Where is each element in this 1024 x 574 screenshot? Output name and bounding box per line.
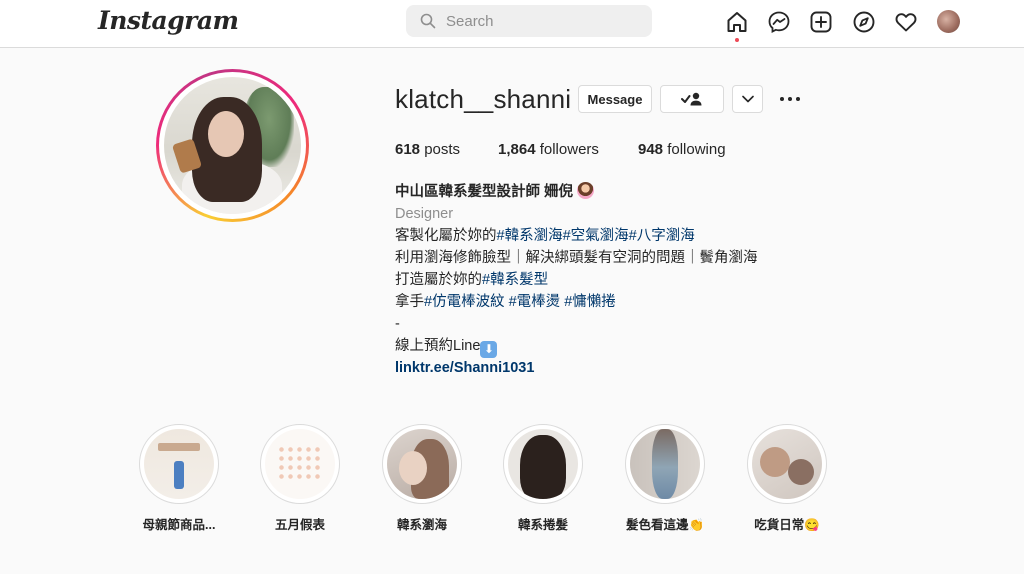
profile-username: klatch__shanni	[395, 84, 572, 114]
heart-icon	[895, 13, 917, 32]
highlight-cover	[508, 429, 578, 499]
highlight-label: 五月假表	[274, 518, 325, 532]
following-link[interactable]: 948 following	[638, 141, 726, 158]
hashtag-link[interactable]: #仿電棒波紋	[424, 294, 505, 310]
down-arrow-emoji-icon: ⬇	[480, 341, 498, 358]
instagram-logo[interactable]: Instagram	[98, 6, 239, 35]
profile-avatar[interactable]	[937, 10, 960, 33]
highlight-item[interactable]: 五月假表	[259, 424, 341, 532]
highlight-cover	[144, 429, 214, 499]
woman-gesturing-emoji-icon	[577, 182, 595, 199]
highlight-label: 髮色看這邊👏	[625, 518, 705, 532]
activity-button[interactable]	[894, 10, 918, 34]
highlight-cover	[630, 429, 700, 499]
hashtag-link[interactable]: #韓系瀏海	[497, 228, 563, 244]
top-nav: Instagram	[0, 0, 1024, 48]
highlight-cover	[387, 429, 457, 499]
hashtag-link[interactable]: #慵懶捲	[560, 294, 616, 310]
highlight-item[interactable]: 韓系捲髮	[502, 424, 584, 532]
more-options-button[interactable]	[778, 90, 802, 108]
bio-line-1: 客製化屬於妳的#韓系瀏海#空氣瀏海#八字瀏海	[395, 228, 695, 244]
profile-bio: 中山區韓系髮型設計師 姍倪 Designer 客製化屬於妳的#韓系瀏海#空氣瀏海…	[395, 181, 835, 379]
followers-link[interactable]: 1,864 followers	[498, 141, 599, 158]
bio-line-4: 拿手#仿電棒波紋 #電棒燙 #慵懶捲	[395, 294, 616, 310]
search-box[interactable]	[406, 5, 652, 37]
highlight-label: 吃貨日常😋	[754, 518, 820, 532]
bio-line-2: 利用瀏海修飾臉型｜解決綁頭髮有空洞的問題｜鬢角瀏海	[395, 250, 758, 266]
hashtag-link[interactable]: #韓系髮型	[482, 272, 548, 288]
bio-external-link[interactable]: linktr.ee/Shanni1031	[395, 357, 835, 379]
profile-picture-story-ring[interactable]	[156, 69, 309, 222]
new-post-button[interactable]	[809, 10, 833, 34]
hashtag-link[interactable]: #空氣瀏海	[563, 228, 629, 244]
suggested-dropdown-button[interactable]	[732, 85, 763, 113]
explore-button[interactable]	[852, 10, 876, 34]
highlight-item[interactable]: 吃貨日常😋	[746, 424, 828, 532]
highlight-label: 母親節商品...	[142, 518, 216, 532]
full-name: 中山區韓系髮型設計師 姍倪	[395, 181, 835, 203]
message-button[interactable]: Message	[578, 85, 652, 113]
more-dot	[780, 97, 784, 101]
highlight-cover	[265, 429, 335, 499]
bio-line-5: -	[395, 316, 400, 332]
following-button[interactable]	[660, 85, 724, 113]
search-icon	[420, 13, 436, 29]
hashtag-link[interactable]: #電棒燙	[505, 294, 561, 310]
notification-dot	[735, 38, 739, 42]
highlight-item[interactable]: 韓系瀏海	[381, 424, 463, 532]
profile-picture	[164, 77, 301, 214]
search-input[interactable]	[446, 5, 642, 37]
following-check-icon	[681, 92, 702, 106]
messenger-icon	[768, 11, 790, 33]
bio-line-3: 打造屬於妳的#韓系髮型	[395, 272, 549, 288]
category-label: Designer	[395, 206, 454, 222]
highlight-label: 韓系瀏海	[396, 518, 447, 532]
posts-count: 618 posts	[395, 141, 461, 158]
more-dot	[796, 97, 800, 101]
highlight-label: 韓系捲髮	[517, 518, 568, 532]
highlight-item[interactable]: 髮色看這邊👏	[624, 424, 706, 532]
more-dot	[788, 97, 792, 101]
direct-messages-button[interactable]	[767, 10, 791, 34]
bio-line-6: 線上預約Line ⬇	[395, 335, 835, 358]
explore-icon	[853, 11, 875, 33]
chevron-down-icon	[741, 95, 754, 103]
new-post-icon	[810, 11, 832, 33]
home-button[interactable]	[725, 10, 749, 42]
highlight-cover	[752, 429, 822, 499]
highlight-item[interactable]: 母親節商品...	[138, 424, 220, 532]
hashtag-link[interactable]: #八字瀏海	[629, 228, 695, 244]
home-icon	[727, 12, 747, 32]
